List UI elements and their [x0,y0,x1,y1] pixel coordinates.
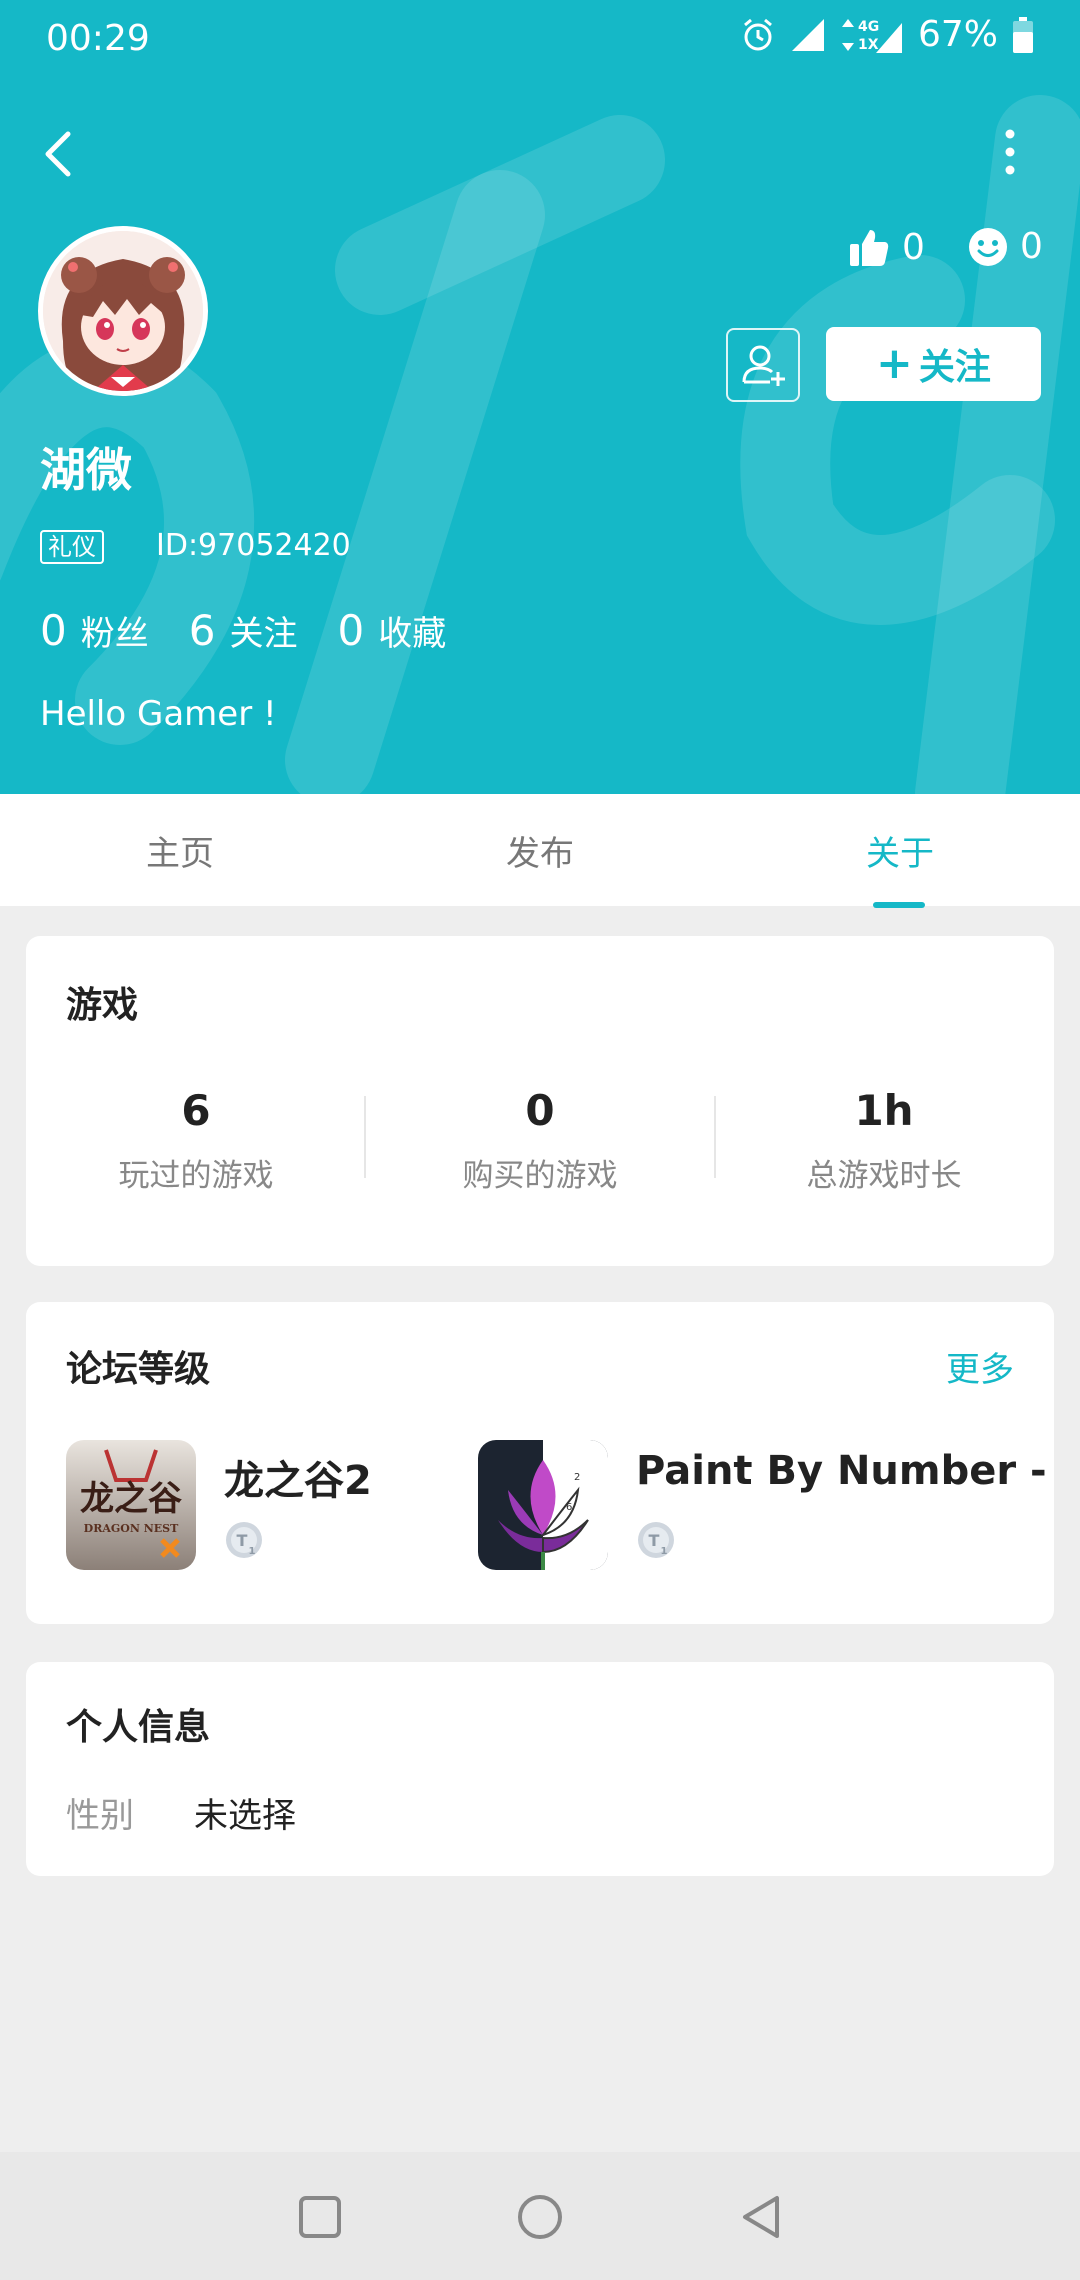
paint-by-number-app-icon: 2 6 [478,1440,608,1570]
profile-tabs: 主页 发布 关于 [0,794,1080,906]
playtime-stat[interactable]: 1h 总游戏时长 [714,1086,1054,1195]
profile-header: 00:29 4G 1X 67% 0 0 + 关注 湖微 礼仪 ID:970524… [0,0,1080,794]
forum-game-name: Paint By Number - Free [636,1448,1054,1494]
network-icon: 4G 1X [841,18,902,53]
following-count[interactable]: 6 关注 [189,606,298,655]
icon-title: 龙之谷 [80,1479,182,1519]
recents-button[interactable] [285,2182,355,2252]
recents-square-icon [299,2196,341,2238]
avatar[interactable] [38,226,208,396]
tab-posts[interactable]: 发布 [360,794,720,906]
stat-value: 0 [525,1086,555,1135]
user-badge[interactable]: 礼仪 [40,530,104,564]
dragon-nest-icon-art: 龙之谷 DRAGON NEST [66,1440,196,1570]
stat-value: 6 [181,1086,211,1135]
svg-text:1: 1 [249,1546,256,1557]
stat-label: 总游戏时长 [806,1158,962,1194]
back-arrow-icon [45,131,71,177]
svg-text:2: 2 [574,1472,580,1483]
smiles-count: 0 [1020,226,1043,267]
user-id: ID:97052420 [156,528,351,563]
likes-count: 0 [902,226,925,268]
system-nav-bar [0,2152,1080,2280]
divider [364,1096,366,1178]
personal-info-title: 个人信息 [66,1707,211,1748]
thumbs-up-icon [850,230,889,266]
svg-text:6: 6 [566,1502,572,1513]
smile-icon [969,227,1007,266]
forum-title: 论坛等级 [66,1349,211,1390]
add-user-icon [742,345,785,386]
follow-button[interactable]: + 关注 [826,327,1041,401]
followers-count[interactable]: 0 粉丝 [40,606,149,655]
level-t1-icon: T 1 [638,1522,674,1558]
back-triangle-icon [743,2196,779,2238]
svg-text:1X: 1X [858,37,879,53]
dragon-nest-app-icon: 龙之谷 DRAGON NEST [66,1440,196,1570]
favorites-count[interactable]: 0 收藏 [337,606,446,655]
follow-button-label: 关注 [918,347,991,388]
paint-by-number-icon-art: 2 6 [478,1440,608,1570]
stat-label: 玩过的游戏 [118,1158,274,1194]
alarm-icon [744,18,772,50]
stat-value: 1h [854,1086,914,1135]
count-label: 收藏 [378,614,447,654]
count-label: 关注 [229,614,298,654]
count-number: 0 [337,606,365,655]
games-title: 游戏 [66,985,139,1026]
smiles-stat[interactable]: 0 [968,226,1043,267]
likes-stat[interactable]: 0 [848,226,925,268]
active-tab-indicator [873,902,925,908]
status-time: 00:29 [46,18,150,59]
info-value: 未选择 [194,1796,296,1836]
home-circle-icon [518,2195,562,2239]
icon-subtitle: DRAGON NEST [84,1522,179,1535]
bio: Hello Gamer ! [40,694,277,734]
back-button[interactable] [34,118,84,188]
svg-text:4G: 4G [858,19,879,35]
battery-icon [1013,16,1033,53]
home-button[interactable] [505,2182,575,2252]
forum-level-card: 论坛等级 更多 龙之谷 DRAGON NEST 龙之谷2 T 1 2 6 Pai… [26,1302,1054,1624]
signal-icon [791,18,824,51]
status-icons: 4G 1X 67% [740,14,1034,55]
username: 湖微 [40,443,132,497]
more-vertical-icon [1005,129,1015,175]
count-number: 6 [188,606,216,655]
svg-text:T: T [649,1531,660,1550]
tab-about[interactable]: 关于 [720,794,1080,906]
plus-icon: + [876,338,913,389]
svg-text:1: 1 [661,1546,668,1557]
add-friend-button[interactable] [726,328,800,402]
more-link[interactable]: 更多 [946,1342,1014,1391]
count-number: 0 [40,606,67,655]
battery-percent: 67% [917,14,998,55]
back-nav-button[interactable] [727,2182,797,2252]
forum-game-name: 龙之谷2 [224,1458,372,1504]
forum-item[interactable]: 2 6 Paint By Number - Free T 1 [478,1440,1054,1570]
more-button[interactable] [990,120,1030,190]
level-t1-icon: T 1 [226,1522,262,1558]
status-bar: 00:29 4G 1X 67% [0,0,1080,80]
gender-row: 性别 未选择 [66,1788,296,1837]
info-key: 性别 [66,1796,134,1836]
svg-text:T: T [237,1531,248,1550]
count-label: 粉丝 [80,614,149,654]
played-games-stat[interactable]: 6 玩过的游戏 [26,1086,366,1195]
stat-label: 购买的游戏 [462,1158,618,1194]
forum-item[interactable]: 龙之谷 DRAGON NEST 龙之谷2 T 1 [66,1440,466,1570]
personal-info-card: 个人信息 性别 未选择 [26,1662,1054,1876]
avatar-illustration [43,231,203,391]
games-card: 游戏 6 玩过的游戏 0 购买的游戏 1h 总游戏时长 [26,936,1054,1266]
tab-home[interactable]: 主页 [0,794,360,906]
profile-counts: 0 粉丝 6 关注 0 收藏 [40,606,486,655]
purchased-games-stat[interactable]: 0 购买的游戏 [370,1086,710,1195]
